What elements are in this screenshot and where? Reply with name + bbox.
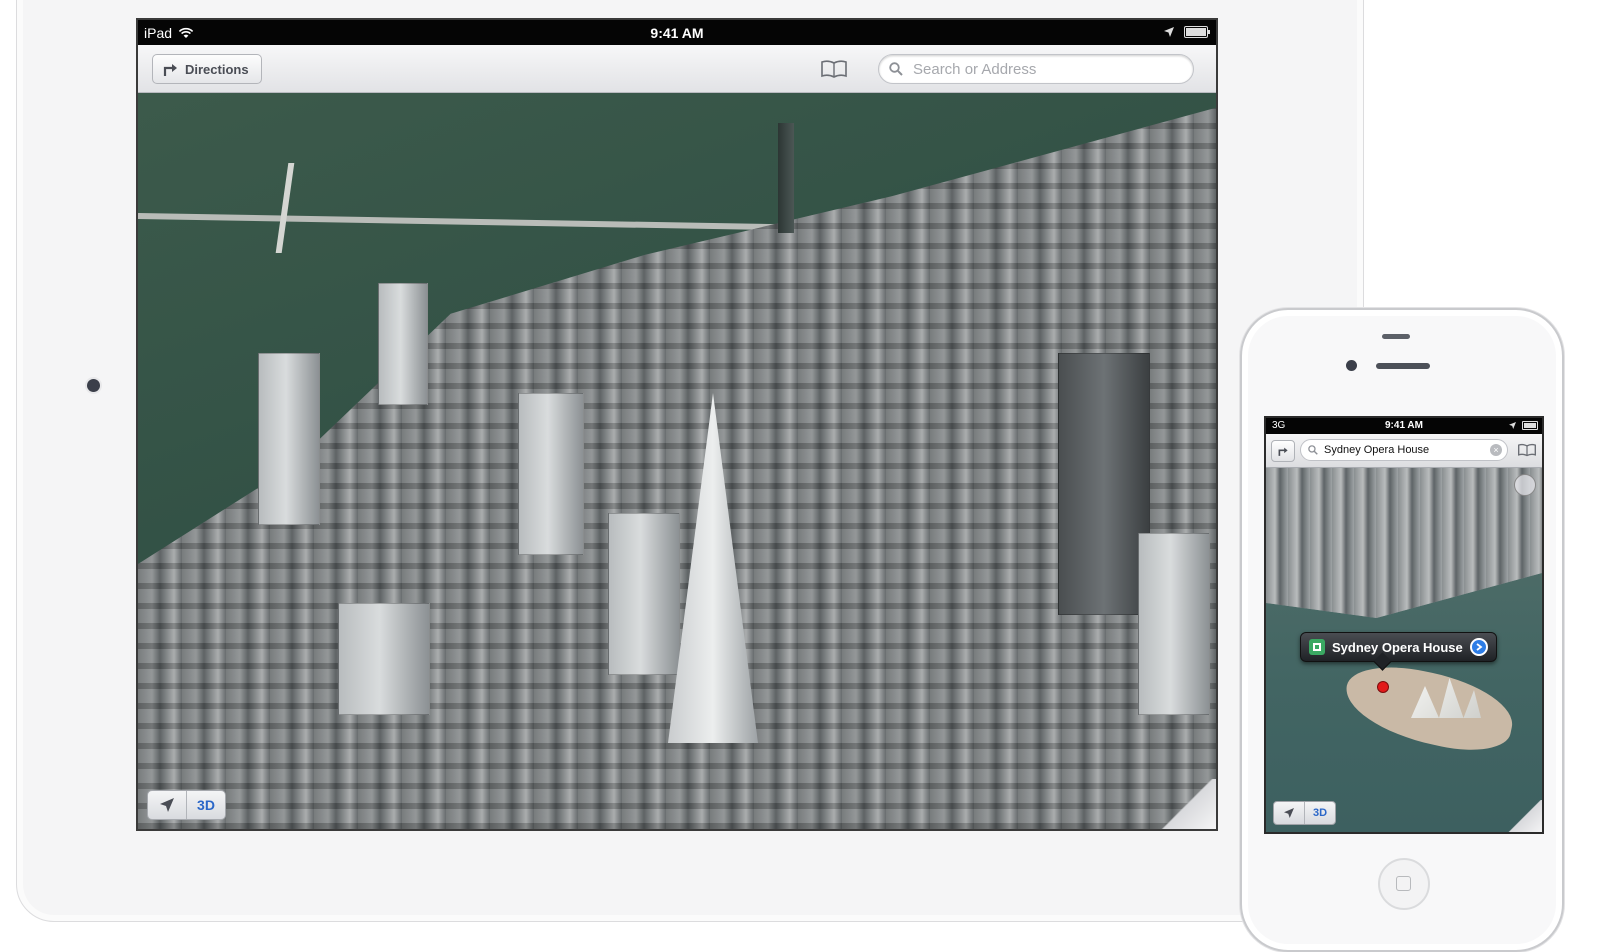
3d-toggle-button[interactable]: 3D — [186, 791, 225, 819]
iphone-speaker — [1382, 334, 1410, 339]
compass-icon[interactable] — [1514, 474, 1536, 496]
search-input[interactable] — [1322, 443, 1476, 457]
ipad-screen: iPad 9:41 AM Directions Search or Addres… — [136, 18, 1218, 831]
place-callout[interactable]: Sydney Opera House — [1300, 632, 1497, 662]
ipad-status-bar: iPad 9:41 AM — [138, 20, 1216, 45]
location-arrow-icon — [1284, 808, 1294, 818]
search-input[interactable] — [911, 59, 1185, 79]
iphone-device: 3G 9:41 AM × — [1240, 308, 1564, 952]
3d-toggle-button[interactable]: 3D — [1304, 802, 1335, 824]
battery-icon — [1184, 26, 1210, 38]
ipad-toolbar: Directions — [138, 45, 1216, 93]
directions-arrow-icon — [1278, 447, 1288, 456]
search-icon — [1308, 445, 1318, 455]
page-curl[interactable] — [1156, 779, 1216, 829]
callout-title: Sydney Opera House — [1332, 639, 1463, 655]
page-curl[interactable] — [1506, 800, 1542, 832]
directions-label: Directions — [185, 61, 249, 77]
current-location-button[interactable] — [148, 791, 186, 819]
iphone-front-camera — [1346, 360, 1357, 371]
search-field[interactable]: × — [1300, 439, 1508, 461]
location-services-icon — [1164, 27, 1174, 37]
ipad-camera — [87, 379, 100, 392]
iphone-map-controls: 3D — [1273, 801, 1336, 825]
clear-search-button[interactable]: × — [1490, 444, 1502, 456]
battery-icon — [1522, 421, 1538, 430]
iphone-earpiece — [1376, 363, 1430, 369]
search-icon — [889, 62, 903, 76]
building — [518, 393, 584, 555]
iphone-screen: 3G 9:41 AM × — [1264, 416, 1544, 834]
tall-tower — [778, 123, 794, 233]
location-pin[interactable] — [1378, 682, 1388, 692]
bookmarks-icon[interactable] — [821, 60, 847, 78]
iphone-toolbar: × — [1266, 434, 1542, 468]
directions-button[interactable] — [1271, 440, 1295, 462]
search-field[interactable] — [878, 54, 1194, 84]
iphone-status-bar: 3G 9:41 AM — [1266, 418, 1542, 434]
building — [1138, 533, 1210, 715]
location-arrow-icon — [160, 798, 174, 812]
current-location-button[interactable] — [1274, 802, 1304, 824]
building — [608, 513, 680, 675]
bookmarks-icon[interactable] — [1518, 443, 1536, 457]
status-time: 9:41 AM — [1385, 420, 1423, 431]
ipad-map-view[interactable]: 3D — [138, 93, 1216, 829]
iphone-map-view[interactable]: Sydney Opera House 3D — [1266, 468, 1542, 832]
disclosure-icon[interactable] — [1469, 638, 1488, 656]
building — [378, 283, 428, 405]
location-services-icon — [1509, 422, 1516, 429]
landmark-icon — [1309, 639, 1325, 655]
home-button[interactable] — [1378, 858, 1430, 910]
directions-button[interactable]: Directions — [152, 54, 262, 84]
building — [258, 353, 320, 525]
ipad-map-controls: 3D — [147, 790, 226, 820]
building — [338, 603, 430, 715]
building — [1058, 353, 1150, 615]
status-time: 9:41 AM — [650, 25, 704, 41]
directions-arrow-icon — [163, 64, 177, 76]
